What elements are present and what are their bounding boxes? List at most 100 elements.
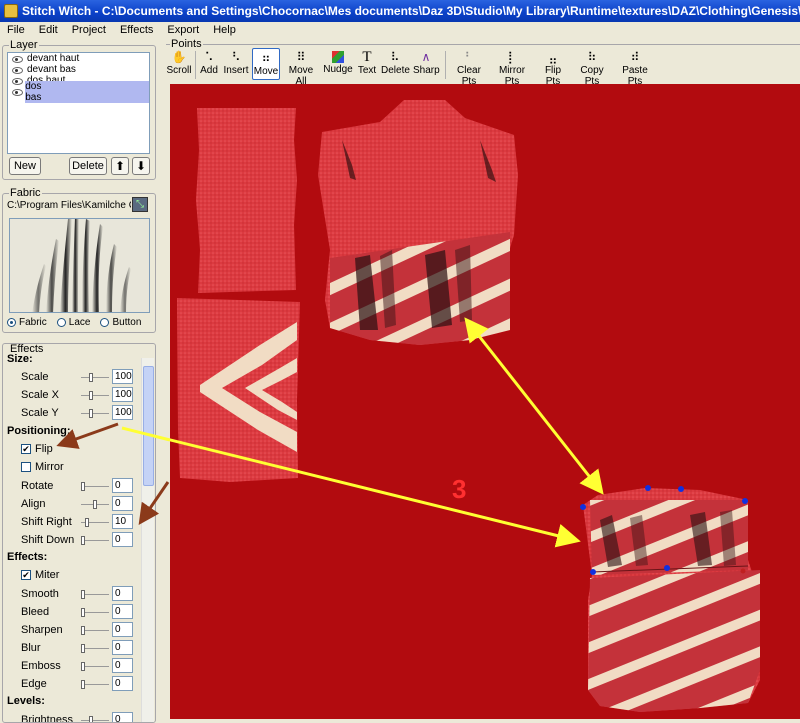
smooth-field[interactable]: 0 [112,586,133,601]
menu-export[interactable]: Export [160,22,206,38]
points-toolbar: Points ✋ Scroll ⠡ Add ⠣ Insert ⠶ Move ⠿ Move … [166,38,800,87]
menu-effects[interactable]: Effects [113,22,160,38]
brightness-slider[interactable] [81,716,109,722]
scalex-slider[interactable] [81,391,109,400]
shiftright-slider[interactable] [81,518,109,527]
shiftdown-field[interactable]: 0 [112,532,133,547]
scroll-tool[interactable]: ✋ Scroll [166,50,192,76]
move-points-icon: ⠶ [261,51,271,65]
menu-file[interactable]: File [0,22,32,38]
scale-slider[interactable] [81,373,109,382]
layer-item[interactable]: devant haut [8,53,149,64]
size-heading: Size: [7,353,33,365]
sharp-icon: ∧ [421,50,431,64]
align-row: Align 0 [3,496,153,512]
shiftdown-slider[interactable] [81,536,109,545]
fabric-path: C:\Program Files\Kamilche Co [7,200,131,211]
eye-icon[interactable] [12,66,23,74]
brightness-field[interactable]: 0 [112,712,133,722]
add-points-icon: ⠡ [204,50,214,64]
blur-row: Blur 0 [3,640,153,656]
edge-slider[interactable] [81,680,109,689]
clear-points-icon: ⠃ [464,50,474,64]
flip-checkbox[interactable]: ✔ Flip [21,443,53,455]
scaley-field[interactable]: 100 [112,405,133,420]
left-panel: Layer devant haut devant bas dos haut do… [0,38,166,723]
title-bar: Stitch Witch - C:\Documents and Settings… [0,0,800,22]
sharpen-field[interactable]: 0 [112,622,133,637]
rotate-slider[interactable] [81,482,109,491]
eye-icon[interactable] [12,55,23,63]
emboss-slider[interactable] [81,662,109,671]
annotation-number: 3 [452,474,466,504]
sharp-tool[interactable]: ∧ Sharp [413,50,440,76]
move-up-icon[interactable]: ⬆ [111,157,129,175]
insert-tool[interactable]: ⠣ Insert [222,50,250,76]
align-slider[interactable] [81,500,109,509]
nudge-icon [332,51,344,63]
button-radio[interactable]: Button [100,317,141,328]
scale-row: Scale 100 [21,369,133,384]
layer-legend: Layer [9,39,39,51]
move-down-icon[interactable]: ⬇ [132,157,150,175]
layer-item[interactable]: devant bas [8,64,149,75]
fabric-preview-image [32,219,131,312]
delete-layer-button[interactable]: Delete [69,157,107,175]
fabric-radio[interactable]: Fabric [7,317,47,328]
lace-radio[interactable]: Lace [56,317,90,328]
shiftright-row: Shift Right 10 [3,514,153,530]
bleed-row: Bleed 0 [3,604,153,620]
app-icon [4,4,18,18]
fabric-type-radios: Fabric Lace Button [7,317,151,328]
layer-item-selected[interactable]: dos bas [8,80,149,103]
shiftdown-row: Shift Down 0 [3,532,153,548]
menu-project[interactable]: Project [65,22,113,38]
edge-row: Edge 0 [3,676,153,692]
blur-slider[interactable] [81,644,109,653]
eye-icon[interactable] [12,77,23,85]
miter-checkbox[interactable]: ✔ Miter [21,569,59,581]
scale-field[interactable]: 100 [112,369,133,384]
emboss-field[interactable]: 0 [112,658,133,673]
smooth-slider[interactable] [81,590,109,599]
layer-list[interactable]: devant haut devant bas dos haut dos bas [7,52,150,154]
edge-field[interactable]: 0 [112,676,133,691]
delete-tool[interactable]: ⠧ Delete [381,50,410,76]
yellow-double-arrow [464,317,604,495]
emboss-row: Emboss 0 [3,658,153,674]
text-tool[interactable]: T Text [356,49,378,77]
blur-field[interactable]: 0 [112,640,133,655]
layer-group: Layer devant haut devant bas dos haut do… [2,39,156,180]
fabric-swatch [9,218,150,313]
positioning-heading: Positioning: [7,425,71,437]
flip-points-icon: ⣤ [548,50,558,64]
move-all-icon: ⠿ [296,50,306,64]
shiftright-field[interactable]: 10 [112,514,133,529]
bleed-slider[interactable] [81,608,109,617]
fabric-piece-bottom-left [177,298,300,482]
align-field[interactable]: 0 [112,496,133,511]
smooth-row: Smooth 0 [3,586,153,602]
text-icon: T [362,49,372,65]
menu-edit[interactable]: Edit [32,22,65,38]
browse-fabric-icon[interactable]: ⤡ [132,197,148,212]
pattern-canvas[interactable]: 3 [170,84,800,719]
sharpen-slider[interactable] [81,626,109,635]
insert-points-icon: ⠣ [231,50,241,64]
scaley-slider[interactable] [81,409,109,418]
effects-heading: Effects: [7,551,48,563]
menu-help[interactable]: Help [206,22,243,38]
eye-icon[interactable] [12,88,24,96]
mirror-checkbox[interactable]: Mirror [21,461,64,473]
move-tool[interactable]: ⠶ Move [252,48,280,80]
points-legend: Points [170,38,203,50]
new-layer-button[interactable]: New [9,157,41,175]
mirror-points-icon: ⡇ [507,50,517,64]
delete-points-icon: ⠧ [390,50,400,64]
bleed-field[interactable]: 0 [112,604,133,619]
nudge-tool[interactable]: Nudge [323,50,353,75]
add-tool[interactable]: ⠡ Add [199,50,219,76]
scalex-field[interactable]: 100 [112,387,133,402]
rotate-field[interactable]: 0 [112,478,133,493]
copy-points-icon: ⠷ [587,50,597,64]
